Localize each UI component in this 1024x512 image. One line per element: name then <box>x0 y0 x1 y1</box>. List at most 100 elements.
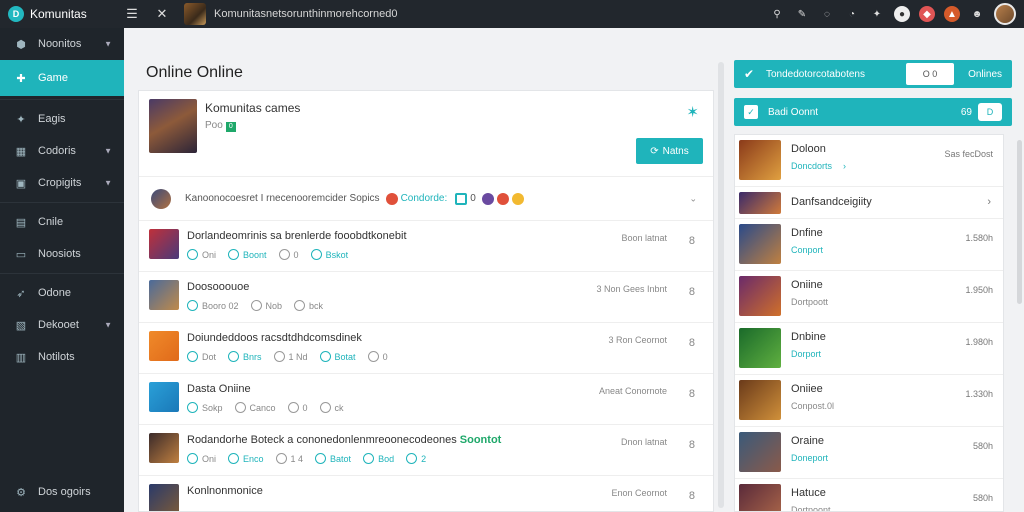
chevron-down-icon[interactable]: ▼ <box>104 40 112 49</box>
post-meta-icon[interactable] <box>228 249 240 260</box>
post-meta-icon[interactable] <box>187 351 198 362</box>
more-icon[interactable]: 8 <box>689 337 695 349</box>
post-meta-icon[interactable] <box>363 453 375 464</box>
filter-link[interactable]: Condorde: <box>401 193 448 204</box>
sidebar-item-9[interactable]: ▥ Notilots <box>0 341 124 373</box>
post-title[interactable]: Rodandorhe Boteck a cononedonlenmreoonec… <box>187 434 501 446</box>
join-button[interactable]: ⟳ Natns <box>636 138 703 164</box>
post-date: Boon latnat <box>621 233 667 243</box>
post-meta-icon[interactable] <box>367 351 379 362</box>
post-meta-icon[interactable] <box>275 453 287 464</box>
game-avatar[interactable] <box>184 3 206 25</box>
checkbox-icon[interactable]: ✓ <box>744 105 758 119</box>
post-meta-icon[interactable] <box>287 402 299 413</box>
friend-status: Dortpoont <box>791 505 831 512</box>
game-icon[interactable]: ▲ <box>944 6 960 22</box>
post-title[interactable]: Dasta Oniine <box>187 383 251 395</box>
chevron-down-icon[interactable]: ▼ <box>104 147 112 156</box>
post-meta-icon[interactable] <box>406 453 418 464</box>
notification-icon[interactable]: ◔ <box>844 6 860 22</box>
post-meta-text: Oni <box>202 249 217 260</box>
more-icon[interactable]: 8 <box>689 235 695 247</box>
sidebar-item-6[interactable]: ▭ Noosiots <box>0 238 124 270</box>
post-row[interactable]: Konlnonmonice Enon Ceornot 8 <box>139 476 713 511</box>
record-icon[interactable]: ● <box>894 6 910 22</box>
friend-avatar <box>739 484 781 511</box>
menu-icon[interactable]: ☰ <box>124 6 140 22</box>
post-meta-icon[interactable] <box>187 402 198 413</box>
post-meta-icon[interactable] <box>234 402 246 413</box>
search-icon[interactable]: ⚲ <box>769 6 785 22</box>
more-icon[interactable]: 8 <box>689 388 695 400</box>
more-icon[interactable]: 8 <box>689 490 695 502</box>
edit-icon[interactable]: ✎ <box>794 6 810 22</box>
sidebar-item-settings[interactable]: ⚙ Dos ogoirs <box>0 476 124 508</box>
friend-item[interactable]: Danfsandceigiity › <box>735 187 1003 219</box>
friend-item[interactable]: Doloon Doncdorts Sas fecDost › <box>735 135 1003 187</box>
post-meta-icon[interactable] <box>278 249 290 260</box>
post-meta-icon[interactable] <box>310 249 322 260</box>
friend-avatar <box>739 140 781 180</box>
chevron-right-icon[interactable]: › <box>843 161 846 171</box>
post-title[interactable]: Doosooouoe <box>187 281 249 293</box>
friend-item[interactable]: Dnbine Dorport 1.980h <box>735 323 1003 375</box>
sidebar-item-8[interactable]: ▧ Dekooet ▼ <box>0 309 124 341</box>
sidebar-item-3[interactable]: ▦ Codoris ▼ <box>0 135 124 167</box>
brand-name: Komunitas <box>30 7 87 21</box>
filter-bar[interactable]: Kanoonocoesret I rnecenooremcider Sopics… <box>139 177 713 221</box>
user-avatar[interactable] <box>994 3 1016 25</box>
online-label[interactable]: Onlines <box>968 69 1002 80</box>
friend-playtime: 1.330h <box>965 389 993 399</box>
alert-icon[interactable]: ◆ <box>919 6 935 22</box>
close-icon[interactable]: ✕ <box>154 6 170 22</box>
post-meta-icon[interactable] <box>187 300 198 311</box>
post-meta-icon[interactable] <box>187 453 198 464</box>
main-scrollbar[interactable] <box>718 62 724 508</box>
post-meta-icon[interactable] <box>228 351 240 362</box>
sidebar-item-4[interactable]: ▣ Cropigits ▼ <box>0 167 124 199</box>
post-meta-icon[interactable] <box>273 351 285 362</box>
sidebar-item-2[interactable]: ✦ Eagis <box>0 103 124 135</box>
friend-item[interactable]: Oniiee Conpost.0l 1.330h <box>735 375 1003 427</box>
sidebar-item-1[interactable]: ✚ Game <box>0 60 124 96</box>
image-icon: ▧ <box>15 319 27 332</box>
post-row[interactable]: Dasta Oniine Sokp Canco 0 ck Aneat Conornote… <box>139 374 713 425</box>
friend-item[interactable]: Oniine Dortpoott 1.950h <box>735 271 1003 323</box>
star-icon[interactable]: ✶ <box>686 103 699 121</box>
chat-icon[interactable]: ◌ <box>819 6 835 22</box>
more-icon[interactable]: 8 <box>689 286 695 298</box>
post-row[interactable]: Rodandorhe Boteck a cononedonlenmreoonec… <box>139 425 713 476</box>
post-title[interactable]: Konlnonmonice <box>187 485 263 497</box>
sidebar-item-5[interactable]: ▤ Cnile <box>0 206 124 238</box>
post-meta-icon[interactable] <box>187 249 198 260</box>
post-row[interactable]: Doiundeddoos racsdtdhdcomsdinek Dot Bnrs 1… <box>139 323 713 374</box>
post-meta-icon[interactable] <box>319 402 331 413</box>
friends-action-button[interactable]: D <box>978 103 1002 121</box>
friend-item[interactable]: Hatuce Dortpoont 580h <box>735 479 1003 512</box>
post-meta-icon[interactable] <box>319 351 331 362</box>
post-meta-icon[interactable] <box>228 453 240 464</box>
post-row[interactable]: Dorlandeomrinis sa brenlerde fooobdtkone… <box>139 221 713 272</box>
friend-item[interactable]: Dnfine Conport 1.580h <box>735 219 1003 271</box>
chevron-down-icon[interactable]: ⌄ <box>689 193 697 204</box>
view-toggle[interactable]: O 0 <box>906 63 954 85</box>
sidebar-item-0[interactable]: ⬢ Noonitos ▼ <box>0 28 124 60</box>
brand[interactable]: D Komunitas <box>0 6 124 22</box>
friend-item[interactable]: Oraine Doneport 580h <box>735 427 1003 479</box>
right-scrollbar[interactable] <box>1017 140 1022 304</box>
puzzle-icon[interactable]: ✦ <box>869 6 885 22</box>
chevron-down-icon[interactable]: ▼ <box>104 321 112 330</box>
more-icon[interactable]: 8 <box>689 439 695 451</box>
friend-playtime: 580h <box>972 441 993 451</box>
post-title[interactable]: Doiundeddoos racsdtdhdcomsdinek <box>187 332 362 344</box>
friends-icon[interactable]: ☻ <box>969 6 985 22</box>
post-title[interactable]: Dorlandeomrinis sa brenlerde fooobdtkone… <box>187 230 407 242</box>
chevron-down-icon[interactable]: ▼ <box>104 179 112 188</box>
sidebar-item-7[interactable]: ➶ Odone <box>0 277 124 309</box>
post-meta-text: Batot <box>330 453 352 464</box>
post-meta-icon[interactable] <box>315 453 327 464</box>
post-row[interactable]: Doosooouoe Booro 02 Nob bck 3 Non Gees Inbn… <box>139 272 713 323</box>
post-meta-icon[interactable] <box>250 300 262 311</box>
chevron-right-icon[interactable]: › <box>987 196 991 208</box>
post-meta-icon[interactable] <box>294 300 306 311</box>
